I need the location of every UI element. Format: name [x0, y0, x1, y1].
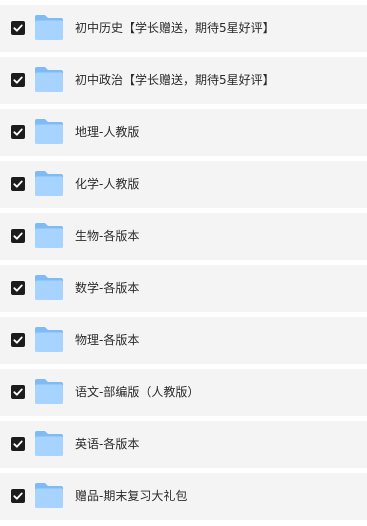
file-name[interactable]: 地理-人教版 [75, 122, 139, 142]
folder-icon [34, 14, 64, 41]
file-name[interactable]: 物理-各版本 [75, 330, 139, 350]
file-row[interactable]: 初中政治【学长赠送，期待5星好评】 [0, 57, 367, 104]
file-row[interactable]: 物理-各版本 [0, 317, 367, 364]
file-row[interactable]: 化学-人教版 [0, 161, 367, 208]
folder-icon [34, 222, 64, 249]
folder-icon [34, 170, 64, 197]
file-list: 初中历史【学长赠送，期待5星好评】 初中政治【学长赠送，期待5星好评】 地理-人… [0, 0, 367, 526]
file-row[interactable]: 赠品-期末复习大礼包 [0, 473, 367, 520]
checkbox-checked[interactable] [11, 281, 25, 295]
checkbox-checked[interactable] [11, 125, 25, 139]
file-name[interactable]: 赠品-期末复习大礼包 [75, 486, 187, 506]
folder-icon [34, 326, 64, 353]
file-row[interactable]: 地理-人教版 [0, 109, 367, 156]
file-row[interactable]: 生物-各版本 [0, 213, 367, 260]
checkbox-checked[interactable] [11, 385, 25, 399]
checkbox-checked[interactable] [11, 73, 25, 87]
file-row[interactable]: 语文-部编版（人教版） [0, 369, 367, 416]
file-name[interactable]: 数学-各版本 [75, 278, 139, 298]
checkbox-checked[interactable] [11, 333, 25, 347]
file-name[interactable]: 初中历史【学长赠送，期待5星好评】 [75, 18, 275, 38]
folder-icon [34, 118, 64, 145]
file-name[interactable]: 生物-各版本 [75, 226, 139, 246]
file-row[interactable]: 英语-各版本 [0, 421, 367, 468]
file-name[interactable]: 初中政治【学长赠送，期待5星好评】 [75, 70, 275, 90]
checkbox-checked[interactable] [11, 437, 25, 451]
file-row[interactable]: 初中历史【学长赠送，期待5星好评】 [0, 5, 367, 52]
checkbox-checked[interactable] [11, 489, 25, 503]
checkbox-checked[interactable] [11, 21, 25, 35]
folder-icon [34, 274, 64, 301]
folder-icon [34, 430, 64, 457]
checkbox-checked[interactable] [11, 229, 25, 243]
folder-icon [34, 482, 64, 509]
folder-icon [34, 378, 64, 405]
file-name[interactable]: 语文-部编版（人教版） [75, 382, 199, 402]
checkbox-checked[interactable] [11, 177, 25, 191]
file-row[interactable]: 数学-各版本 [0, 265, 367, 312]
folder-icon [34, 66, 64, 93]
file-name[interactable]: 英语-各版本 [75, 434, 139, 454]
file-name[interactable]: 化学-人教版 [75, 174, 139, 194]
